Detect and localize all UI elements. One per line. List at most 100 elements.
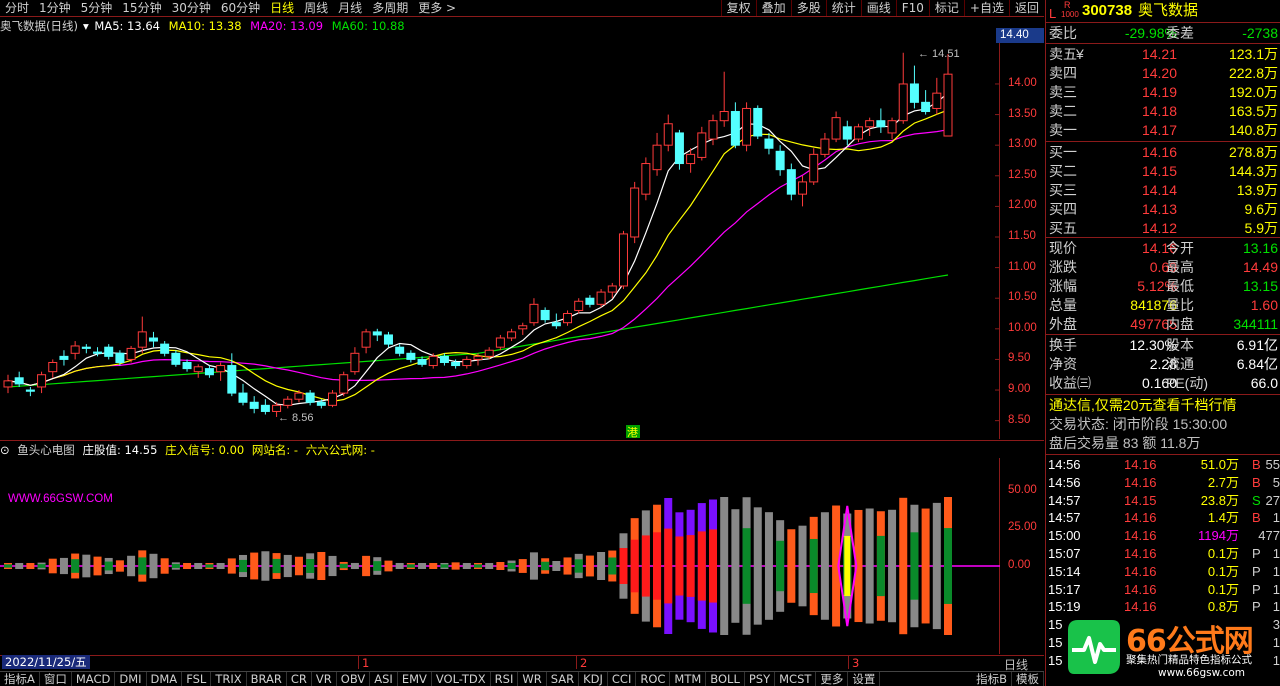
tick-time: 15:14 <box>1048 563 1081 579</box>
divider <box>1046 43 1280 44</box>
indicator-tab-20[interactable]: MTM <box>670 672 707 686</box>
indicator-tab-26[interactable]: 指标B <box>972 672 1012 686</box>
toolbar-button-4[interactable]: 画线 <box>860 0 896 16</box>
indicator-bar-inner <box>138 557 147 575</box>
indicator-tab-1[interactable]: 窗口 <box>40 672 72 686</box>
candle-body <box>305 392 315 403</box>
price-axis: 14.00 13.50 13.00 12.50 12.00 11.50 11.00 10.50… <box>1000 35 1044 439</box>
weicha-value: -2738 <box>1242 25 1278 41</box>
indicator-tab-13[interactable]: VOL-TDX <box>432 672 491 686</box>
indicator-tab-25[interactable]: 设置 <box>848 672 881 686</box>
indicator-tab-27[interactable]: 模板 <box>1012 672 1044 686</box>
indicator-tab-15[interactable]: WR <box>518 672 547 686</box>
indicator-tab-19[interactable]: ROC <box>636 672 671 686</box>
indicator-tab-22[interactable]: PSY <box>745 672 776 686</box>
price-axis-label: 12.50 <box>1008 168 1037 181</box>
candle-body <box>551 322 561 327</box>
period-7[interactable]: 周线 <box>299 0 333 16</box>
toolbar-button-1[interactable]: 叠加 <box>755 0 791 16</box>
toolbar-button-6[interactable]: 标记 <box>928 0 964 16</box>
period-8[interactable]: 月线 <box>333 0 367 16</box>
indicator-axis-label: 0.00 <box>1008 559 1031 571</box>
collapse-icon[interactable]: ▾ <box>83 19 89 33</box>
period-10[interactable]: 更多 > <box>413 0 461 16</box>
candle-body <box>842 126 852 140</box>
candle-body <box>674 132 684 165</box>
pane-divider[interactable] <box>0 440 1044 441</box>
toolbar-button-5[interactable]: F10 <box>895 0 929 16</box>
tick-row-2: 14:57 14.15 23.8万 S 27 <box>1046 492 1280 510</box>
indicator-tab-5[interactable]: FSL <box>182 672 212 686</box>
period-2[interactable]: 5分钟 <box>76 0 118 16</box>
indicator-tab-21[interactable]: BOLL <box>706 672 745 686</box>
indicator-bar <box>48 558 57 574</box>
indicator-tab-24[interactable]: 更多 <box>816 672 849 686</box>
candle-body <box>93 351 103 354</box>
ask-row-4-label: 卖一 <box>1049 122 1077 138</box>
indicator-tab-17[interactable]: KDJ <box>579 672 608 686</box>
indicator-name[interactable]: 鱼头心电图 <box>17 443 75 457</box>
indicator-bar-inner <box>709 529 717 603</box>
kline-chart[interactable]: ← 14.51 ← 8.56 港 <box>0 35 1000 439</box>
toolbar-button-3[interactable]: 统计 <box>825 0 861 16</box>
ma60-line <box>7 274 949 388</box>
period-toolbar: 分时 1分钟 5分钟 15分钟 30分钟 60分钟 日线 周线 月线 多周期 更多 > 复权 叠加 多股… <box>0 0 1044 17</box>
indicator-bar <box>518 559 527 573</box>
bid-row-0-label: 买一 <box>1049 144 1077 160</box>
tick-price: 14.16 <box>1124 581 1157 597</box>
indicator-tab-12[interactable]: EMV <box>398 672 432 686</box>
period-9[interactable]: 多周期 <box>367 0 413 16</box>
candle-body <box>25 389 35 392</box>
indicator-bar-inner <box>574 559 583 573</box>
indicator-tab-4[interactable]: DMA <box>147 672 183 686</box>
indicator-bar <box>82 554 91 578</box>
indicator-tab-8[interactable]: CR <box>287 672 312 686</box>
indicator-tab-9[interactable]: VR <box>312 672 337 686</box>
indicator-tab-14[interactable]: RSI <box>491 672 519 686</box>
indicator-dropdown-icon[interactable]: ⊙ <box>0 443 10 457</box>
candle-body <box>473 355 483 360</box>
toolbar-button-2[interactable]: 多股 <box>790 0 826 16</box>
date-badge: 2022/11/25/五 <box>2 655 90 669</box>
indicator-bar <box>485 562 494 570</box>
candle-body <box>798 181 808 195</box>
indicator-bar-inner <box>776 540 785 592</box>
indicator-chart[interactable]: WWW.66GSW.COM <box>0 458 1000 654</box>
period-4[interactable]: 30分钟 <box>167 0 216 16</box>
indicator-tab-3[interactable]: DMI <box>115 672 147 686</box>
period-1[interactable]: 1分钟 <box>34 0 76 16</box>
toolbar-button-0[interactable]: 复权 <box>720 0 756 16</box>
period-5[interactable]: 60分钟 <box>216 0 265 16</box>
candle-body <box>898 83 908 122</box>
month-tick-1: 1 <box>362 656 370 670</box>
period-0[interactable]: 分时 <box>0 0 34 16</box>
toolbar-button-8[interactable]: 返回 <box>1008 0 1044 16</box>
indicator-tab-2[interactable]: MACD <box>72 672 116 686</box>
indicator-bar-inner <box>474 564 482 568</box>
stat2-row-2: 收益㈢ 0.160 PE(动) 66.0 <box>1046 374 1280 393</box>
indicator-bar <box>764 512 773 620</box>
ad-banner[interactable]: 通达信,仅需20元查看千档行情 <box>1046 396 1280 415</box>
indicator-bar <box>899 497 908 635</box>
indicator-tab-6[interactable]: TRIX <box>211 672 247 686</box>
tick-row-6: 15:14 14.16 0.1万 P 1 <box>1046 563 1280 581</box>
indicator-tab-11[interactable]: ASI <box>370 672 398 686</box>
indicator-tab-10[interactable]: OBV <box>337 672 371 686</box>
tick-time: 14:57 <box>1048 510 1081 526</box>
indicator-tab-18[interactable]: CCI <box>608 672 637 686</box>
toolbar-button-7[interactable]: +自选 <box>963 0 1009 16</box>
indicator-tab-7[interactable]: BRAR <box>247 672 287 686</box>
period-6[interactable]: 日线 <box>265 0 299 16</box>
indicator-bar <box>921 508 930 624</box>
indicator-tab-23[interactable]: MCST <box>775 672 817 686</box>
indicator-tab-0[interactable]: 指标A <box>0 672 40 686</box>
ask-row-2-value: 14.19 <box>1141 84 1177 100</box>
indicator-bar <box>720 496 729 636</box>
tick-vol: 23.8万 <box>1200 492 1239 508</box>
period-3[interactable]: 15分钟 <box>117 0 166 16</box>
indicator-svg <box>0 496 1000 636</box>
indicator-tab-16[interactable]: SAR <box>547 672 580 686</box>
ad-text[interactable]: 通达信,仅需20元查看千档行情 <box>1049 396 1236 415</box>
indicator-bar <box>798 525 807 607</box>
stat-row-3-value2: 1.60 <box>1250 297 1278 313</box>
